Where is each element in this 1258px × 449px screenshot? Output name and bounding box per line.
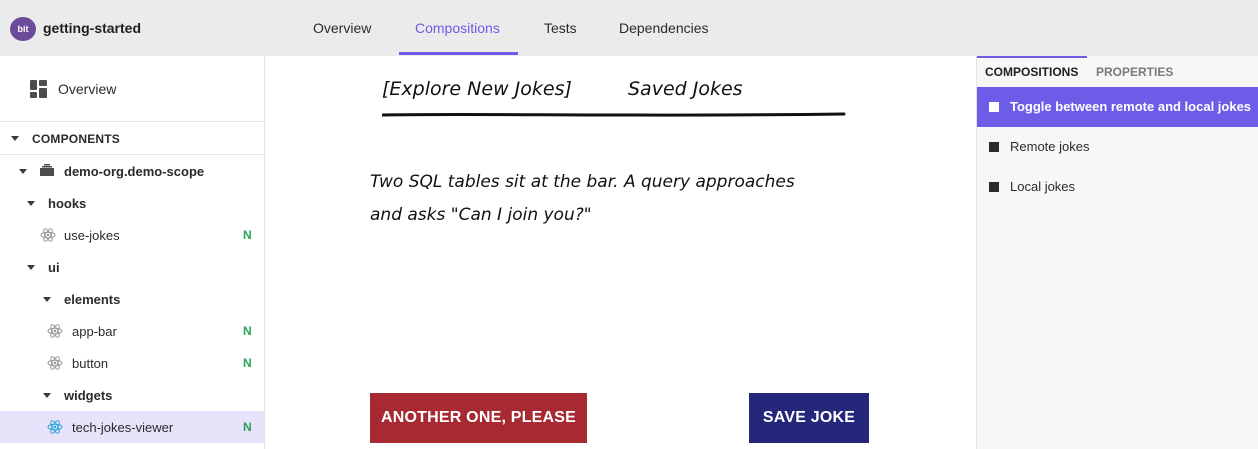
chevron-down-icon bbox=[27, 201, 35, 206]
components-section-header[interactable]: COMPONENTS bbox=[0, 122, 264, 155]
react-icon bbox=[47, 420, 63, 434]
joke-line-2: and asks "Can I join you?" bbox=[370, 205, 592, 225]
active-panel-tab-indicator bbox=[977, 56, 1087, 58]
react-icon bbox=[40, 228, 56, 242]
app-bar-underline bbox=[382, 112, 846, 117]
composition-item-local[interactable]: Local jokes bbox=[977, 167, 1258, 207]
tree-label: tech-jokes-viewer bbox=[72, 420, 174, 435]
square-icon bbox=[989, 102, 999, 112]
save-joke-button[interactable]: SAVE JOKE bbox=[749, 393, 869, 443]
chevron-down-icon bbox=[19, 169, 27, 174]
panel-tab-properties[interactable]: PROPERTIES bbox=[1096, 65, 1173, 79]
scope-name[interactable]: getting-started bbox=[43, 20, 141, 36]
tree-folder-ui[interactable]: ui bbox=[0, 251, 264, 283]
tree-component-use-jokes[interactable]: use-jokes N bbox=[0, 219, 264, 251]
grid-icon bbox=[30, 80, 47, 98]
nav-explore-new-jokes[interactable]: [Explore New Jokes] bbox=[382, 78, 572, 100]
new-badge: N bbox=[243, 324, 252, 338]
joke-text: Two SQL tables sit at the bar. A query a… bbox=[370, 166, 870, 232]
composition-item-toggle[interactable]: Toggle between remote and local jokes bbox=[977, 87, 1258, 127]
tree-label: demo-org.demo-scope bbox=[64, 164, 205, 179]
sidebar: Overview COMPONENTS demo-org.demo-scope … bbox=[0, 56, 265, 449]
tab-tests[interactable]: Tests bbox=[544, 20, 577, 36]
tree-scope-demo-org[interactable]: demo-org.demo-scope bbox=[0, 155, 264, 187]
scope-icon bbox=[40, 164, 54, 176]
sidebar-overview-link[interactable]: Overview bbox=[0, 56, 264, 122]
tab-compositions[interactable]: Compositions bbox=[415, 20, 500, 36]
top-bar: bit getting-started Overview Composition… bbox=[0, 0, 1258, 56]
joke-line-1: Two SQL tables sit at the bar. A query a… bbox=[370, 172, 795, 192]
components-header-label: COMPONENTS bbox=[32, 132, 121, 146]
tree-label: widgets bbox=[64, 388, 113, 403]
chevron-down-icon bbox=[43, 297, 51, 302]
tree-component-app-bar[interactable]: app-bar N bbox=[0, 315, 264, 347]
tab-overview[interactable]: Overview bbox=[313, 20, 371, 36]
composition-preview: [Explore New Jokes] Saved Jokes Two SQL … bbox=[266, 56, 975, 449]
chevron-down-icon bbox=[43, 393, 51, 398]
composition-label: Remote jokes bbox=[1010, 139, 1090, 154]
composition-label: Local jokes bbox=[1010, 179, 1076, 194]
tree-folder-widgets[interactable]: widgets bbox=[0, 379, 264, 411]
tree-label: app-bar bbox=[72, 324, 117, 339]
new-badge: N bbox=[243, 228, 252, 242]
new-badge: N bbox=[243, 420, 252, 434]
square-icon bbox=[989, 182, 999, 192]
tree-folder-elements[interactable]: elements bbox=[0, 283, 264, 315]
compositions-panel: COMPOSITIONS PROPERTIES Toggle between r… bbox=[976, 56, 1258, 449]
chevron-down-icon bbox=[11, 136, 19, 141]
sidebar-overview-label: Overview bbox=[58, 81, 117, 97]
another-joke-button[interactable]: ANOTHER ONE, PLEASE bbox=[370, 393, 587, 443]
tree-label: elements bbox=[64, 292, 121, 307]
square-icon bbox=[989, 142, 999, 152]
tree-folder-hooks[interactable]: hooks bbox=[0, 187, 264, 219]
tab-dependencies[interactable]: Dependencies bbox=[619, 20, 709, 36]
composition-label: Toggle between remote and local jokes bbox=[1010, 99, 1252, 114]
panel-tab-compositions[interactable]: COMPOSITIONS bbox=[985, 65, 1078, 79]
tree-label: ui bbox=[48, 260, 60, 275]
react-icon bbox=[47, 324, 63, 338]
new-badge: N bbox=[243, 356, 252, 370]
active-tab-indicator bbox=[399, 52, 518, 55]
bit-logo[interactable]: bit bbox=[10, 17, 36, 41]
nav-saved-jokes[interactable]: Saved Jokes bbox=[628, 78, 743, 100]
tree-label: hooks bbox=[48, 196, 87, 211]
react-icon bbox=[47, 356, 63, 370]
tree-label: button bbox=[72, 356, 109, 371]
tree-component-tech-jokes-viewer[interactable]: tech-jokes-viewer N bbox=[0, 411, 264, 443]
tree-component-button[interactable]: button N bbox=[0, 347, 264, 379]
chevron-down-icon bbox=[27, 265, 35, 270]
composition-item-remote[interactable]: Remote jokes bbox=[977, 127, 1258, 167]
tree-label: use-jokes bbox=[64, 228, 120, 243]
